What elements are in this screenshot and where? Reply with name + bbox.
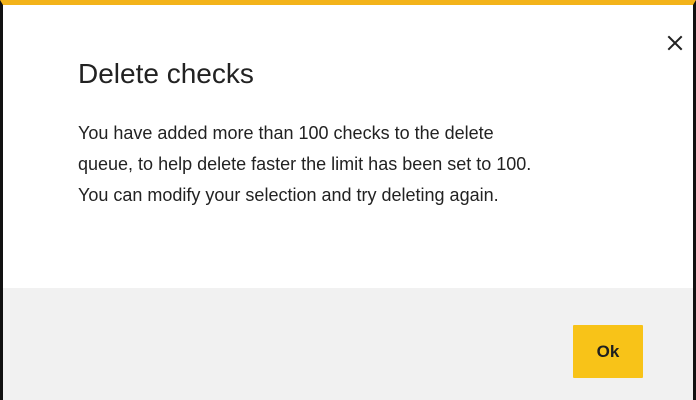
dialog-message: You have added more than 100 checks to t… [78, 118, 678, 211]
message-line: queue, to help delete faster the limit h… [78, 154, 532, 174]
close-icon [667, 35, 683, 51]
message-line: You have added more than 100 checks to t… [78, 123, 494, 143]
message-line: You can modify your selection and try de… [78, 185, 499, 205]
delete-checks-dialog: Delete checks You have added more than 1… [0, 0, 696, 400]
dialog-header: Delete checks [3, 5, 693, 109]
close-button[interactable] [663, 31, 687, 55]
dialog-title: Delete checks [78, 58, 254, 89]
dialog-footer: Ok [3, 288, 693, 400]
ok-button[interactable]: Ok [573, 325, 643, 378]
